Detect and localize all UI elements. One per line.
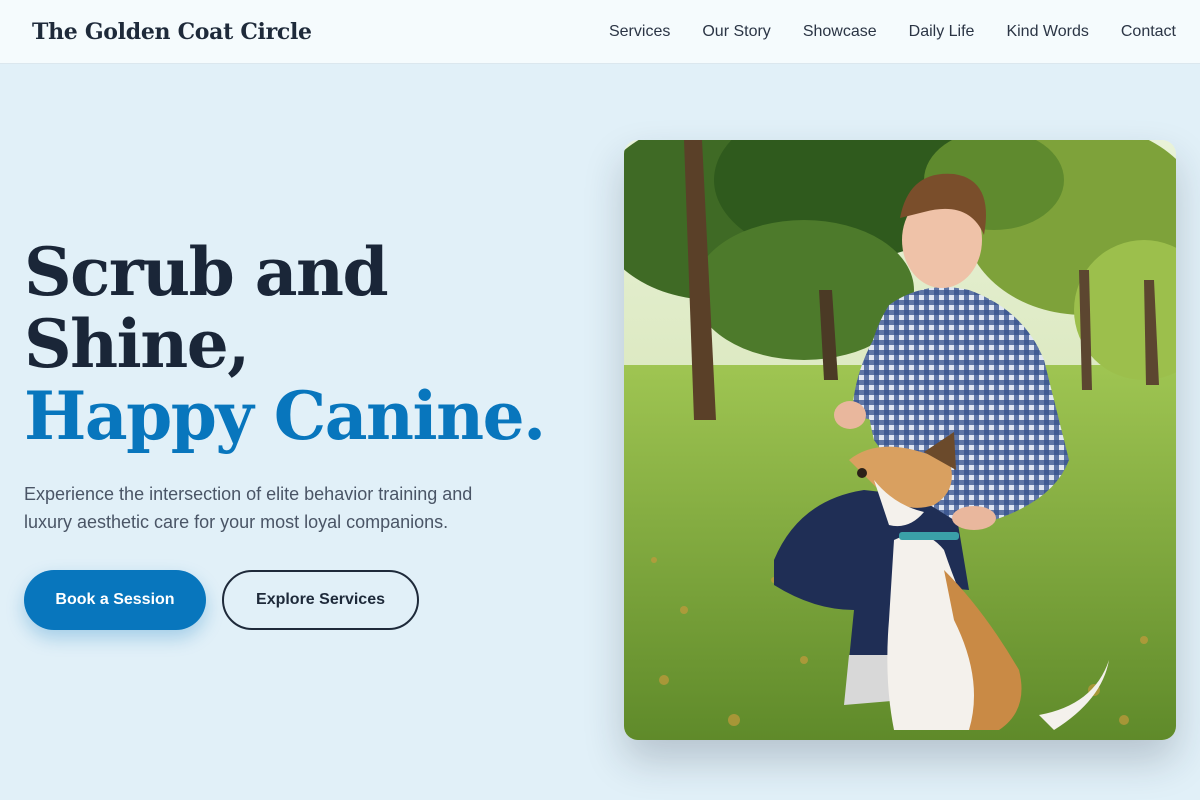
nav-daily-life[interactable]: Daily Life <box>909 23 975 41</box>
nav-our-story[interactable]: Our Story <box>702 23 770 41</box>
site-header: The Golden Coat Circle Services Our Stor… <box>0 0 1200 64</box>
brand-logo[interactable]: The Golden Coat Circle <box>32 19 312 45</box>
nav-kind-words[interactable]: Kind Words <box>1006 23 1088 41</box>
hero-content: Scrub and Shine, Happy Canine. Experienc… <box>24 236 584 630</box>
book-session-button[interactable]: Book a Session <box>24 570 206 630</box>
hero-actions: Book a Session Explore Services <box>24 570 584 630</box>
headline-line-2: Shine, <box>24 305 250 383</box>
main-nav: Services Our Story Showcase Daily Life K… <box>609 23 1176 41</box>
hero-photo <box>624 140 1176 740</box>
hero-headline: Scrub and Shine, Happy Canine. <box>24 236 584 452</box>
nav-services[interactable]: Services <box>609 23 670 41</box>
man-training-dog-image <box>624 140 1176 740</box>
nav-showcase[interactable]: Showcase <box>803 23 877 41</box>
headline-accent: Happy Canine. <box>24 377 546 455</box>
explore-services-button[interactable]: Explore Services <box>222 570 419 630</box>
hero-lead: Experience the intersection of elite beh… <box>24 484 473 532</box>
nav-contact[interactable]: Contact <box>1121 23 1176 41</box>
headline-line-1: Scrub and <box>24 233 389 311</box>
